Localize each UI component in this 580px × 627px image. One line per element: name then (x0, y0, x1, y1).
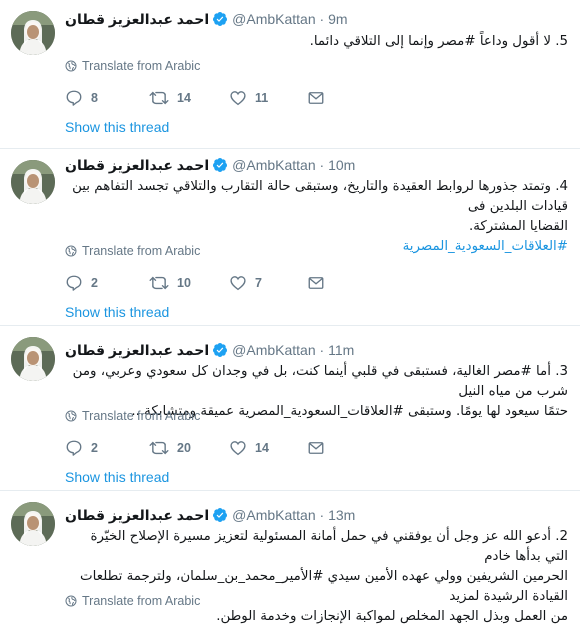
translate-link[interactable]: Translate from Arabic (65, 243, 200, 259)
like-icon (230, 441, 246, 456)
message-button[interactable] (307, 438, 325, 458)
translate-label: Translate from Arabic (82, 244, 201, 258)
show-thread-link[interactable]: Show this thread (65, 304, 169, 320)
tweet-line: 2. أدعو الله عز وجل أن يوفقني في حمل أما… (90, 529, 568, 564)
like-button[interactable]: 14 (229, 438, 269, 458)
verified-icon (212, 342, 228, 361)
reply-count: 2 (91, 276, 98, 290)
display-name[interactable]: احمد عبدالعزيز قطان (65, 507, 209, 523)
globe-icon (65, 60, 77, 72)
display-name[interactable]: احمد عبدالعزيز قطان (65, 342, 209, 358)
show-thread-link[interactable]: Show this thread (65, 119, 169, 135)
reply-button[interactable]: 2 (65, 438, 98, 458)
retweet-button[interactable]: 14 (149, 88, 191, 108)
tweet[interactable]: احمد عبدالعزيز قطان @AmbKattan · 10m 4. و… (0, 149, 580, 326)
like-button[interactable]: 7 (229, 273, 262, 293)
tweet[interactable]: احمد عبدالعزيز قطان @AmbKattan · 11m 3. أ… (0, 326, 580, 491)
tweet-line: من العمل وبذل الجهد المخلص لمواكبة الإنج… (216, 609, 568, 624)
like-button[interactable]: 11 (229, 88, 268, 108)
globe-icon (65, 595, 77, 607)
message-icon (308, 277, 324, 289)
tweet-line: 4. وتمتد جذورها لروابط العقيدة والتاريخ،… (72, 179, 568, 214)
message-icon (308, 442, 324, 454)
retweet-button[interactable]: 10 (149, 273, 191, 293)
translate-link[interactable]: Translate from Arabic (65, 58, 200, 74)
tweet-line: القضايا المشتركة. (468, 219, 568, 234)
timestamp[interactable]: 13m (328, 507, 355, 523)
handle[interactable]: @AmbKattan (232, 342, 315, 358)
show-thread-link[interactable]: Show this thread (65, 469, 169, 485)
like-count: 7 (255, 276, 262, 290)
reply-count: 8 (91, 91, 98, 105)
tweet-actions: 2 10 7 (65, 273, 365, 293)
retweet-count: 10 (177, 276, 191, 290)
verified-icon (212, 11, 228, 30)
translate-label: Translate from Arabic (82, 59, 201, 73)
timestamp[interactable]: 9m (328, 11, 347, 27)
retweet-icon (149, 91, 169, 105)
tweet[interactable]: احمد عبدالعزيز قطان @AmbKattan · 9m 5. لا… (0, 0, 580, 149)
retweet-count: 20 (177, 441, 191, 455)
retweet-icon (149, 441, 169, 455)
tweet-header: احمد عبدالعزيز قطان @AmbKattan · 13m (65, 507, 570, 527)
reply-button[interactable]: 8 (65, 88, 98, 108)
tweet-header: احمد عبدالعزيز قطان @AmbKattan · 11m (65, 342, 570, 362)
like-count: 11 (255, 91, 269, 105)
handle[interactable]: @AmbKattan (232, 507, 315, 523)
avatar[interactable] (11, 11, 55, 55)
message-button[interactable] (307, 273, 325, 293)
reply-count: 2 (91, 441, 98, 455)
message-icon (308, 92, 324, 104)
tweet-text: 2. أدعو الله عز وجل أن يوفقني في حمل أما… (65, 527, 568, 627)
tweet-line: 3. أما #مصر الغالية، فستبقى في قلبي أينم… (72, 364, 568, 399)
tweet-header: احمد عبدالعزيز قطان @AmbKattan · 9m (65, 11, 570, 31)
like-icon (230, 276, 246, 291)
display-name[interactable]: احمد عبدالعزيز قطان (65, 157, 209, 173)
globe-icon (65, 410, 77, 422)
timestamp[interactable]: 11m (328, 342, 354, 358)
translate-link[interactable]: Translate from Arabic (65, 593, 200, 609)
verified-icon (212, 507, 228, 526)
tweet-header: احمد عبدالعزيز قطان @AmbKattan · 10m (65, 157, 570, 177)
translate-label: Translate from Arabic (82, 409, 201, 423)
like-count: 14 (255, 441, 269, 455)
tweet[interactable]: احمد عبدالعزيز قطان @AmbKattan · 13m 2. أ… (0, 491, 580, 624)
tweet-text: 5. لا أقول وداعاً #مصر وإنما إلى التلاقي… (65, 32, 568, 52)
message-button[interactable] (307, 88, 325, 108)
reply-icon (66, 275, 82, 291)
reply-icon (66, 440, 82, 456)
tweet-line: 5. لا أقول وداعاً #مصر وإنما إلى التلاقي… (309, 34, 568, 49)
like-icon (230, 91, 246, 106)
retweet-icon (149, 276, 169, 290)
timestamp[interactable]: 10m (328, 157, 355, 173)
globe-icon (65, 245, 77, 257)
translate-label: Translate from Arabic (82, 594, 201, 608)
avatar[interactable] (11, 337, 55, 381)
retweet-button[interactable]: 20 (149, 438, 191, 458)
retweet-count: 14 (177, 91, 191, 105)
avatar[interactable] (11, 160, 55, 204)
tweet-actions: 2 20 14 (65, 438, 365, 458)
verified-icon (212, 157, 228, 176)
avatar[interactable] (11, 502, 55, 546)
tweet-actions: 8 14 11 (65, 88, 365, 108)
handle[interactable]: @AmbKattan (232, 11, 315, 27)
handle[interactable]: @AmbKattan (232, 157, 315, 173)
reply-icon (66, 90, 82, 106)
display-name[interactable]: احمد عبدالعزيز قطان (65, 11, 209, 27)
reply-button[interactable]: 2 (65, 273, 98, 293)
translate-link[interactable]: Translate from Arabic (65, 408, 200, 424)
